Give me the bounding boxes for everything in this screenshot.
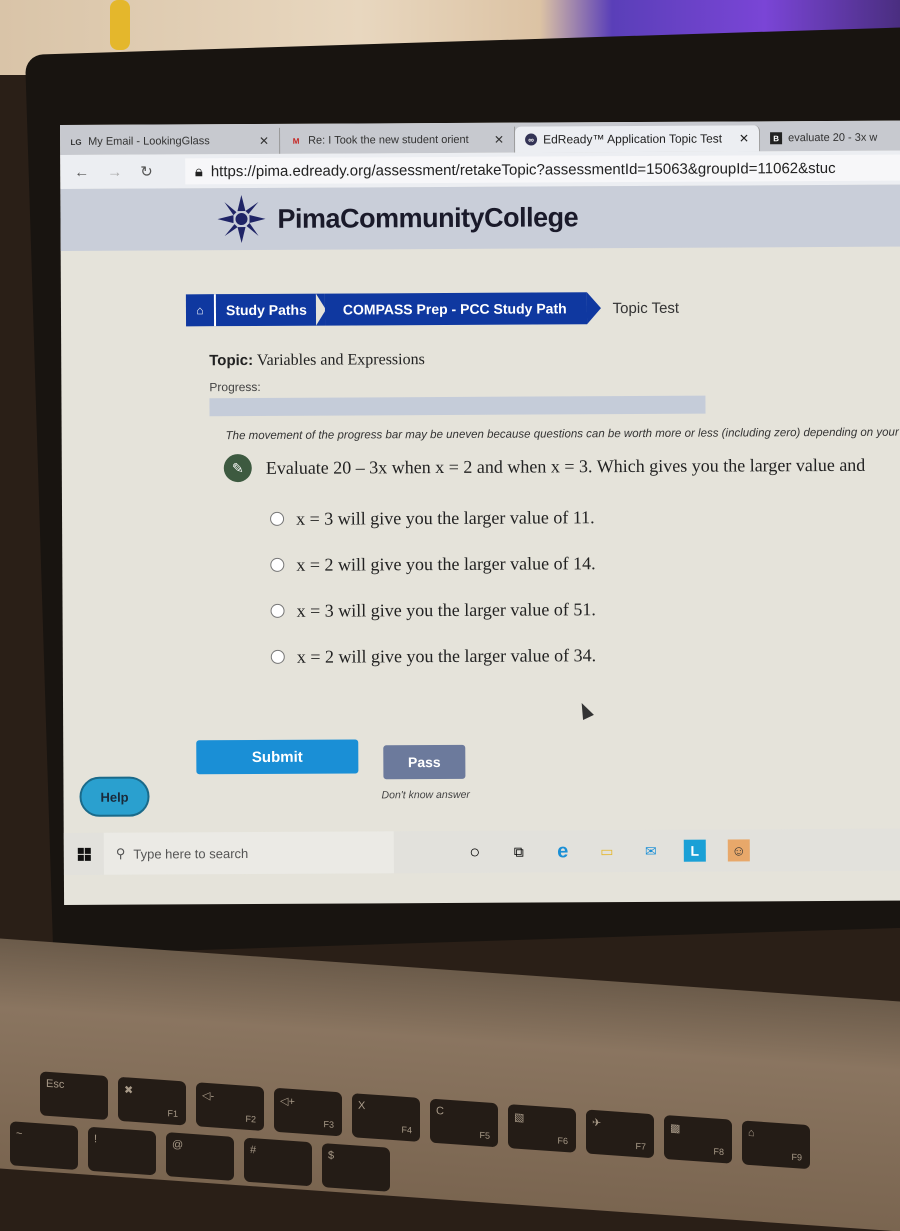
mouse-cursor-icon — [576, 700, 594, 720]
breadcrumb: ⌂ Study Paths COMPASS Prep - PCC Study P… — [186, 292, 679, 327]
lookingglass-icon: LG — [70, 136, 82, 148]
laptop-screen: LG My Email - LookingGlass ✕ M Re: I Too… — [60, 120, 900, 904]
topic-name: Variables and Expressions — [257, 351, 425, 369]
back-icon[interactable]: ← — [74, 163, 89, 180]
radio-button[interactable] — [271, 604, 285, 618]
radio-button[interactable] — [270, 558, 284, 572]
background-object — [110, 0, 130, 50]
tab-label: evaluate 20 - 3x w — [788, 132, 877, 144]
topic-heading: Topic: Variables and Expressions — [209, 351, 425, 370]
tab-bartleby[interactable]: B evaluate 20 - 3x w — [760, 124, 900, 151]
submit-button[interactable]: Submit — [196, 739, 358, 774]
windows-icon — [77, 847, 90, 860]
answer-option[interactable]: x = 3 will give you the larger value of … — [270, 494, 595, 542]
answer-options: x = 3 will give you the larger value of … — [270, 494, 596, 680]
question-text: Evaluate 20 – 3x when x = 2 and when x =… — [266, 454, 866, 478]
gmail-icon: M — [290, 135, 302, 147]
bartleby-icon: B — [770, 132, 782, 144]
site-header: PimaCommunityCollege — [60, 184, 900, 251]
lock-icon: 🔒︎ — [195, 163, 203, 180]
taskbar-icons: ○ ⧉ e ▭ ✉ L ☺ — [464, 839, 750, 862]
keyboard-key: CF5 — [430, 1099, 498, 1148]
file-explorer-icon[interactable]: ▭ — [596, 840, 618, 862]
site-logo-text: PimaCommunityCollege — [277, 202, 578, 235]
keyboard-key: ⌂F9 — [742, 1120, 810, 1169]
keyboard-key: ◁-F2 — [196, 1082, 264, 1131]
url-field[interactable]: 🔒︎ https://pima.edready.org/assessment/r… — [185, 154, 900, 184]
answer-option-label: x = 3 will give you the larger value of … — [296, 599, 595, 622]
taskbar-search[interactable]: ⚲ Type here to search — [104, 831, 394, 875]
question: ✎ Evaluate 20 – 3x when x = 2 and when x… — [224, 451, 866, 482]
close-icon[interactable]: ✕ — [494, 133, 504, 147]
keyboard-key: @ — [166, 1132, 234, 1181]
tab-edready[interactable]: ∞ EdReady™ Application Topic Test ✕ — [515, 125, 760, 152]
start-button[interactable] — [64, 833, 104, 875]
keyboard-key: XF4 — [352, 1093, 420, 1142]
windows-taskbar: ⚲ Type here to search ○ ⧉ e ▭ ✉ L ☺ — [64, 828, 900, 875]
breadcrumb-study-paths[interactable]: Study Paths — [216, 294, 325, 327]
task-view-icon[interactable]: ⧉ — [508, 841, 530, 863]
keyboard-key: ! — [88, 1127, 156, 1176]
pass-button[interactable]: Pass — [383, 745, 465, 779]
browser-tab-bar: LG My Email - LookingGlass ✕ M Re: I Too… — [60, 120, 900, 155]
tab-gmail[interactable]: M Re: I Took the new student orient ✕ — [280, 127, 515, 154]
keyboard-key: ◁+F3 — [274, 1088, 342, 1137]
keyboard-key: ~ — [10, 1121, 78, 1170]
pima-logo-icon — [215, 193, 267, 245]
keyboard-key: ▧F6 — [508, 1104, 576, 1153]
close-icon[interactable]: ✕ — [259, 134, 269, 148]
pencil-icon: ✎ — [224, 454, 252, 482]
pass-subtext: Don't know answer — [381, 789, 469, 801]
mail-icon[interactable]: ✉ — [640, 840, 662, 862]
progress-bar — [209, 396, 705, 417]
keyboard-key: ▩F8 — [664, 1115, 732, 1164]
url-text: https://pima.edready.org/assessment/reta… — [211, 159, 836, 179]
answer-option-label: x = 2 will give you the larger value of … — [296, 553, 595, 576]
search-placeholder: Type here to search — [133, 846, 248, 862]
tab-email[interactable]: LG My Email - LookingGlass ✕ — [60, 128, 280, 155]
tab-label: My Email - LookingGlass — [88, 135, 210, 148]
answer-option[interactable]: x = 2 will give you the larger value of … — [270, 540, 595, 588]
answer-option[interactable]: x = 3 will give you the larger value of … — [270, 586, 595, 634]
keyboard-key: ✈F7 — [586, 1110, 654, 1159]
radio-button[interactable] — [271, 650, 285, 664]
browser-address-bar: ← → ↻ 🔒︎ https://pima.edready.org/assess… — [60, 150, 900, 189]
keyboard-key: Esc — [40, 1071, 108, 1120]
home-icon[interactable]: ⌂ — [186, 294, 216, 326]
cortana-icon[interactable]: ○ — [464, 841, 486, 863]
app-icon[interactable]: ☺ — [728, 839, 750, 861]
keyboard-key: $ — [322, 1143, 390, 1192]
radio-button[interactable] — [270, 512, 284, 526]
search-icon: ⚲ — [116, 846, 126, 862]
edge-icon[interactable]: e — [552, 840, 574, 862]
topic-label: Topic: — [209, 352, 253, 369]
answer-option-label: x = 2 will give you the larger value of … — [297, 645, 596, 668]
refresh-icon[interactable]: ↻ — [140, 163, 153, 181]
laptop-keyboard: Esc ✖F1 ◁-F2 ◁+F3 XF4 CF5 ▧F6 ✈F7 ▩F8 ⌂F… — [0, 939, 900, 1231]
l-app-icon[interactable]: L — [684, 840, 706, 862]
progress-note: The movement of the progress bar may be … — [226, 427, 899, 443]
progress-label: Progress: — [209, 380, 260, 394]
close-icon[interactable]: ✕ — [739, 131, 749, 145]
answer-option-label: x = 3 will give you the larger value of … — [296, 507, 595, 530]
tab-label: Re: I Took the new student orient — [308, 134, 469, 147]
help-button[interactable]: Help — [79, 777, 149, 817]
forward-icon[interactable]: → — [107, 163, 122, 180]
breadcrumb-study-path[interactable]: COMPASS Prep - PCC Study Path — [325, 292, 587, 325]
tab-label: EdReady™ Application Topic Test — [543, 132, 722, 147]
edready-icon: ∞ — [525, 134, 537, 146]
keyboard-key: ✖F1 — [118, 1077, 186, 1126]
answer-option[interactable]: x = 2 will give you the larger value of … — [271, 632, 596, 680]
keyboard-key: # — [244, 1138, 312, 1187]
